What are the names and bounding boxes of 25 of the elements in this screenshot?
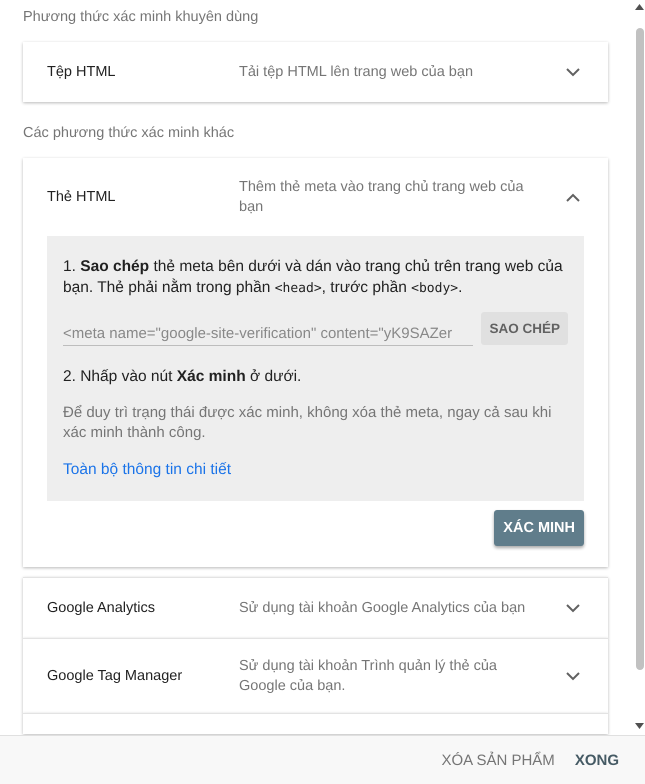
method-description: Sử dụng tài khoản Trình quản lý thẻ của Google của bạn.: [239, 657, 498, 696]
method-title: Tệp HTML: [47, 64, 116, 80]
footer-button[interactable]: XÓA SẢN PHẨM: [433, 744, 563, 776]
note-text: Để duy trì trạng thái được xác minh, không xóa thẻ meta, ngay cả sau khi xác minh thành công.: [63, 403, 552, 443]
section-heading: Các phương thức xác minh khác: [23, 125, 236, 141]
chevron-up-icon[interactable]: [566, 192, 580, 202]
section-heading: Phương thức xác minh khuyên dùng: [23, 9, 260, 25]
step-two-text: 2. Nhấp vào nút Xác minh ở dưới.: [63, 367, 302, 387]
method-title: Thẻ HTML: [47, 189, 116, 205]
copy-button[interactable]: SAO CHÉP: [481, 312, 568, 345]
chevron-down-icon[interactable]: [566, 604, 580, 612]
method-description: Tải tệp HTML lên trang web của bạn: [239, 63, 474, 82]
footer-button[interactable]: XONG: [566, 744, 627, 776]
method-title: Google Analytics: [47, 600, 156, 616]
chevron-down-icon[interactable]: [566, 672, 580, 680]
step-one-text: 1. Sao chép thẻ meta bên dưới và dán vào trang chủ trên trang web của bạn. Thẻ phải nằm trong phần <head>, trước phần <body>.: [63, 257, 564, 298]
method-title: Google Tag Manager: [47, 668, 184, 684]
verify-button[interactable]: XÁC MINH: [494, 510, 584, 546]
scroll-down-icon[interactable]: [635, 723, 644, 729]
method-description: Sử dụng tài khoản Google Analytics của bạn: [239, 599, 526, 618]
method-description: Thêm thẻ meta vào trang chủ trang web của bạn: [239, 178, 525, 217]
scroll-up-icon[interactable]: [635, 4, 644, 10]
chevron-down-icon[interactable]: [566, 68, 580, 76]
details-link[interactable]: Toàn bộ thông tin chi tiết: [63, 461, 232, 478]
meta-tag-field[interactable]: <meta name="google-site-verification" content="yK9SAZer: [63, 321, 474, 346]
